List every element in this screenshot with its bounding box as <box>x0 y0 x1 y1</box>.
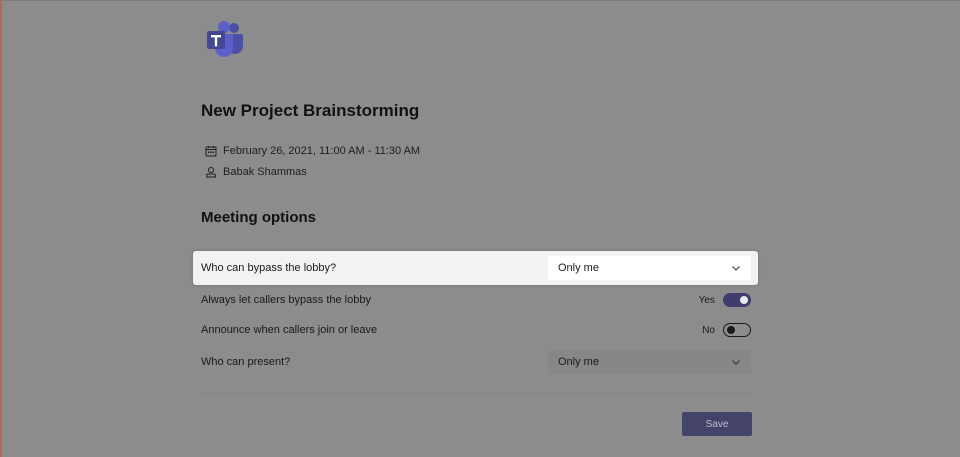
announce-callers-label: Announce when callers join or leave <box>201 324 378 336</box>
teams-logo-icon <box>205 20 245 58</box>
option-row-callers-bypass: Always let callers bypass the lobby Yes <box>193 289 758 311</box>
divider <box>201 393 751 394</box>
meeting-organizer-row: Babak Shammas <box>205 166 307 178</box>
bypass-lobby-dropdown[interactable]: Only me <box>548 256 751 280</box>
person-icon <box>206 167 216 178</box>
who-can-present-dropdown[interactable]: Only me <box>548 349 751 374</box>
who-can-present-label: Who can present? <box>201 355 291 368</box>
window-edge <box>0 0 2 457</box>
option-row-who-can-present: Who can present? Only me <box>193 349 758 374</box>
announce-callers-control: No <box>702 323 751 337</box>
bypass-lobby-value: Only me <box>558 262 599 274</box>
callers-bypass-state: Yes <box>698 294 715 306</box>
meeting-date-row: February 26, 2021, 11:00 AM - 11:30 AM <box>205 145 420 157</box>
meeting-title: New Project Brainstorming <box>201 101 420 120</box>
meeting-options-page: New Project Brainstorming February 26, 2… <box>193 0 760 457</box>
callers-bypass-toggle[interactable] <box>723 293 751 307</box>
bypass-lobby-label: Who can bypass the lobby? <box>201 262 337 274</box>
chevron-down-icon <box>732 359 740 365</box>
meeting-organizer: Babak Shammas <box>223 166 307 178</box>
callers-bypass-control: Yes <box>699 293 751 307</box>
toggle-knob <box>727 326 735 334</box>
save-button[interactable]: Save <box>682 412 752 436</box>
calendar-icon <box>205 146 217 157</box>
chevron-down-icon <box>732 266 740 271</box>
section-title: Meeting options <box>201 209 316 226</box>
option-row-bypass-lobby: Who can bypass the lobby? Only me <box>193 251 758 285</box>
callers-bypass-label: Always let callers bypass the lobby <box>201 294 371 306</box>
announce-callers-state: No <box>702 324 715 336</box>
option-row-announce-callers: Announce when callers join or leave No <box>193 319 758 341</box>
announce-callers-toggle[interactable] <box>723 323 751 337</box>
toggle-knob <box>740 296 748 304</box>
meeting-datetime: February 26, 2021, 11:00 AM - 11:30 AM <box>223 145 421 157</box>
who-can-present-value: Only me <box>558 355 599 368</box>
